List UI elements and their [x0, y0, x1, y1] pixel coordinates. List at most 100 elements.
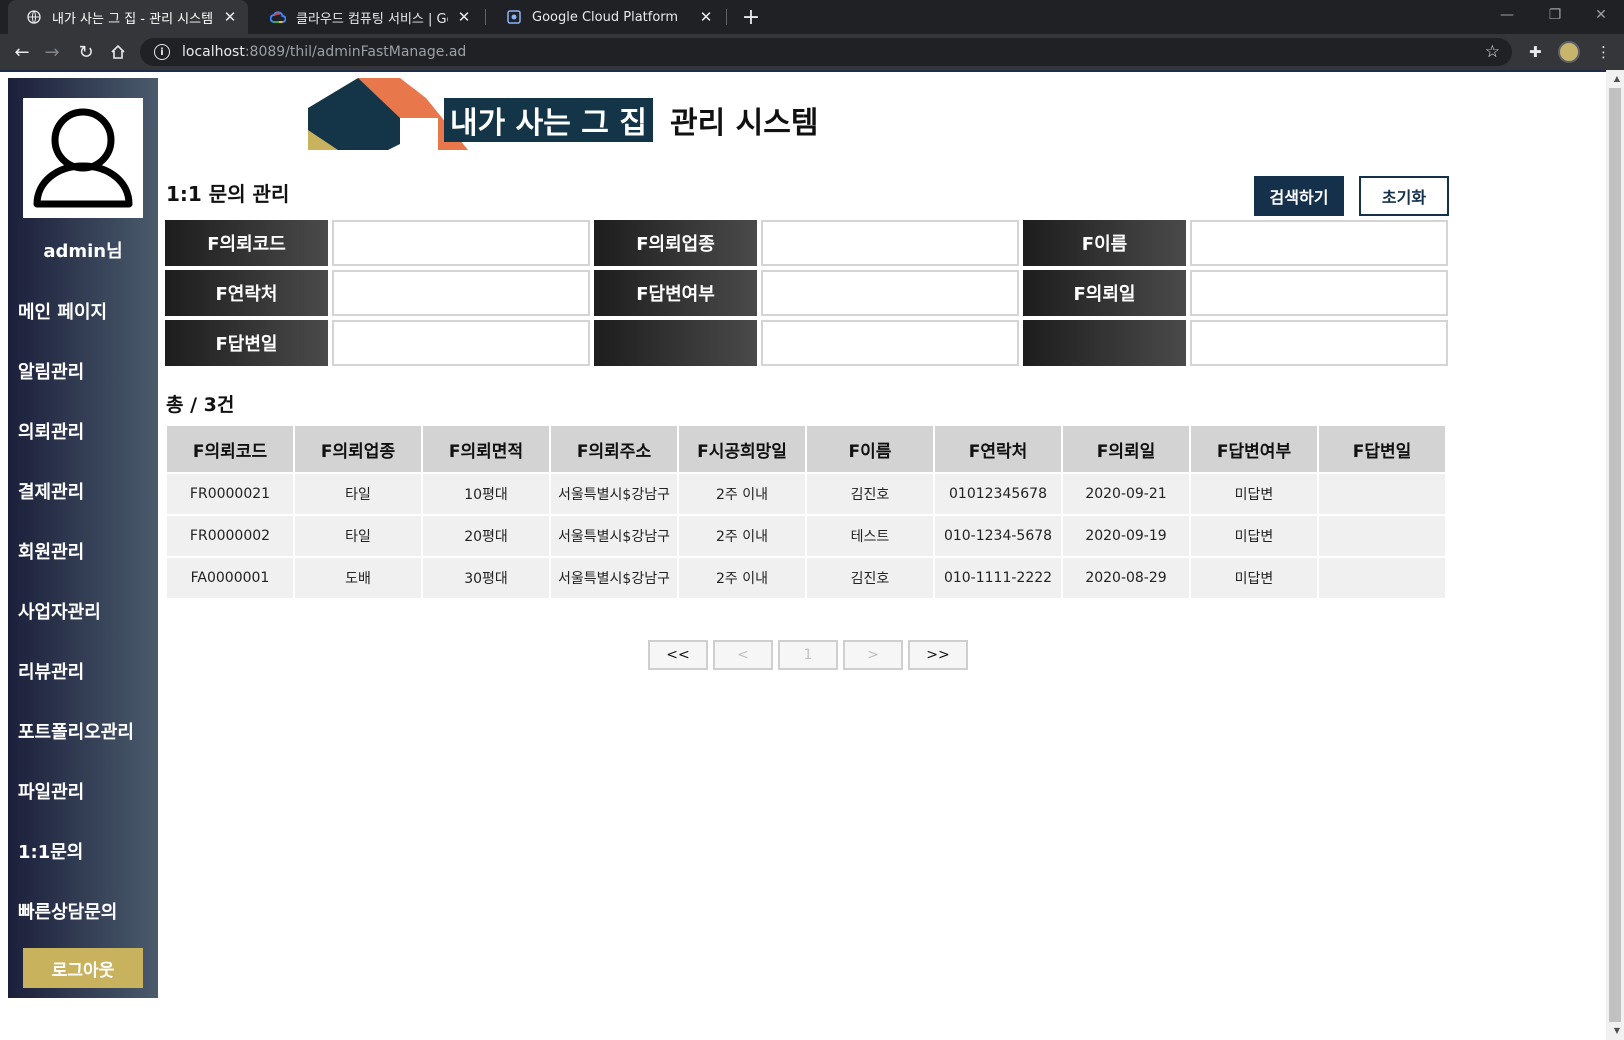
address-bar[interactable]: i localhost:8089/thil/adminFastManage.ad… — [140, 38, 1512, 66]
page: admin님 메인 페이지 알림관리 의뢰관리 결제관리 회원관리 사업자관리 … — [0, 70, 1624, 1040]
table-cell: 2020-09-19 — [1063, 516, 1189, 556]
sidebar-item-inquiry[interactable]: 1:1문의 — [18, 838, 83, 864]
scroll-up-icon[interactable]: ▲ — [1614, 74, 1620, 83]
tab-admin-system[interactable]: 내가 사는 그 집 - 관리 시스템 ✕ — [8, 0, 248, 34]
column-header[interactable]: F의뢰업종 — [295, 426, 421, 472]
info-icon[interactable]: i — [154, 44, 170, 60]
page-scrollbar[interactable]: ▲ ▼ — [1606, 70, 1624, 1040]
filter-input-answered[interactable] — [761, 270, 1019, 316]
table-cell: 01012345678 — [935, 474, 1061, 514]
tab-separator — [485, 9, 486, 25]
table-cell: 미답변 — [1191, 558, 1317, 598]
table-cell: 20평대 — [423, 516, 549, 556]
tab-cloud-computing[interactable]: 클라우드 컴퓨팅 서비스 | Goo ✕ — [252, 0, 482, 34]
site-logo[interactable]: 내가 사는 그 집 관리 시스템 — [308, 78, 828, 150]
sidebar-item-payment[interactable]: 결제관리 — [18, 478, 84, 504]
column-header[interactable]: F의뢰면적 — [423, 426, 549, 472]
table-cell: 김진호 — [807, 474, 933, 514]
table-cell: 10평대 — [423, 474, 549, 514]
scroll-down-icon[interactable]: ▼ — [1614, 1026, 1620, 1035]
pager-prev-button[interactable]: < — [713, 640, 773, 670]
filter-label-industry: F의뢰업종 — [594, 220, 757, 266]
table-row[interactable]: FA0000001 도배 30평대 서울특별시$강남구 2주 이내 김진호 01… — [167, 558, 1445, 598]
table-cell: 서울특별시$강남구 — [551, 558, 677, 598]
filter-input-empty[interactable] — [1190, 320, 1448, 366]
bookmark-star-icon[interactable]: ☆ — [1485, 42, 1500, 62]
menu-icon[interactable]: ⋮ — [1596, 43, 1611, 61]
user-icon — [33, 108, 133, 208]
sidebar-item-main[interactable]: 메인 페이지 — [18, 298, 107, 324]
url-host: localhost — [182, 44, 245, 60]
table-cell: 010-1234-5678 — [935, 516, 1061, 556]
filter-input-industry[interactable] — [761, 220, 1019, 266]
pager-current-page[interactable]: 1 — [778, 640, 838, 670]
logout-button[interactable]: 로그아웃 — [23, 948, 143, 988]
forward-icon[interactable]: → — [38, 38, 66, 66]
filter-label-contact: F연락처 — [165, 270, 328, 316]
table-row[interactable]: FR0000002 타일 20평대 서울특별시$강남구 2주 이내 테스트 01… — [167, 516, 1445, 556]
table-cell: 010-1111-2222 — [935, 558, 1061, 598]
filter-input-name[interactable] — [1190, 220, 1448, 266]
filter-label-empty — [594, 320, 757, 366]
scroll-thumb[interactable] — [1609, 88, 1621, 1022]
profile-avatar[interactable] — [1558, 41, 1580, 63]
reload-icon[interactable]: ↻ — [72, 38, 100, 66]
sidebar-item-notice[interactable]: 알림관리 — [18, 358, 84, 384]
sidebar-item-fast-consult[interactable]: 빠른상담문의 — [18, 898, 117, 924]
column-header[interactable]: F의뢰일 — [1063, 426, 1189, 472]
back-icon[interactable]: ← — [8, 38, 36, 66]
extensions-icon[interactable]: ✚ — [1529, 43, 1542, 61]
table-header-row: F의뢰코드 F의뢰업종 F의뢰면적 F의뢰주소 F시공희망일 F이름 F연락처 … — [167, 426, 1445, 472]
filter-label-answered: F답변여부 — [594, 270, 757, 316]
table-cell: 김진호 — [807, 558, 933, 598]
page-title: 1:1 문의 관리 — [166, 182, 290, 206]
reset-button[interactable]: 초기화 — [1359, 176, 1449, 216]
filter-input-code[interactable] — [332, 220, 590, 266]
sidebar-item-portfolio[interactable]: 포트폴리오관리 — [18, 718, 134, 744]
pager-first-button[interactable]: << — [648, 640, 708, 670]
filter-input-empty[interactable] — [761, 320, 1019, 366]
table-cell: 2020-09-21 — [1063, 474, 1189, 514]
sidebar-username: admin님 — [43, 241, 123, 262]
pager-next-button[interactable]: > — [843, 640, 903, 670]
filter-label-code: F의뢰코드 — [165, 220, 328, 266]
pager-last-button[interactable]: >> — [908, 640, 968, 670]
filter-input-request-date[interactable] — [1190, 270, 1448, 316]
tab-title: 클라우드 컴퓨팅 서비스 | Goo — [296, 11, 448, 27]
table-cell: 2주 이내 — [679, 558, 805, 598]
column-header[interactable]: F연락처 — [935, 426, 1061, 472]
column-header[interactable]: F시공희망일 — [679, 426, 805, 472]
sidebar-item-reviews[interactable]: 리뷰관리 — [18, 658, 84, 684]
filter-input-contact[interactable] — [332, 270, 590, 316]
close-icon[interactable]: ✕ — [222, 8, 238, 26]
new-tab-button[interactable]: + — [736, 2, 766, 32]
table-cell: FR0000002 — [167, 516, 293, 556]
column-header[interactable]: F의뢰주소 — [551, 426, 677, 472]
restore-icon[interactable]: ❐ — [1532, 0, 1578, 30]
logo-title-rest: 관리 시스템 — [670, 106, 819, 141]
tab-title: 내가 사는 그 집 - 관리 시스템 — [52, 11, 214, 27]
sidebar-item-request[interactable]: 의뢰관리 — [18, 418, 84, 444]
home-icon[interactable] — [104, 38, 132, 66]
tab-google-cloud-platform[interactable]: Google Cloud Platform ✕ — [488, 0, 724, 34]
column-header[interactable]: F답변여부 — [1191, 426, 1317, 472]
filter-input-answer-date[interactable] — [332, 320, 590, 366]
globe-icon — [26, 9, 42, 25]
close-icon[interactable]: ✕ — [698, 8, 714, 26]
table-cell: 서울특별시$강남구 — [551, 474, 677, 514]
column-header[interactable]: F답변일 — [1319, 426, 1445, 472]
table-cell: 30평대 — [423, 558, 549, 598]
table-row[interactable]: FR0000021 타일 10평대 서울특별시$강남구 2주 이내 김진호 01… — [167, 474, 1445, 514]
sidebar-item-business[interactable]: 사업자관리 — [18, 598, 101, 624]
table-cell: FR0000021 — [167, 474, 293, 514]
column-header[interactable]: F의뢰코드 — [167, 426, 293, 472]
sidebar-item-files[interactable]: 파일관리 — [18, 778, 84, 804]
sidebar-item-members[interactable]: 회원관리 — [18, 538, 84, 564]
profile-image — [23, 98, 143, 218]
window-close-icon[interactable]: ✕ — [1578, 0, 1624, 30]
search-button[interactable]: 검색하기 — [1254, 176, 1344, 216]
filter-label-name: F이름 — [1023, 220, 1186, 266]
minimize-icon[interactable]: — — [1484, 0, 1530, 30]
column-header[interactable]: F이름 — [807, 426, 933, 472]
close-icon[interactable]: ✕ — [456, 8, 472, 26]
